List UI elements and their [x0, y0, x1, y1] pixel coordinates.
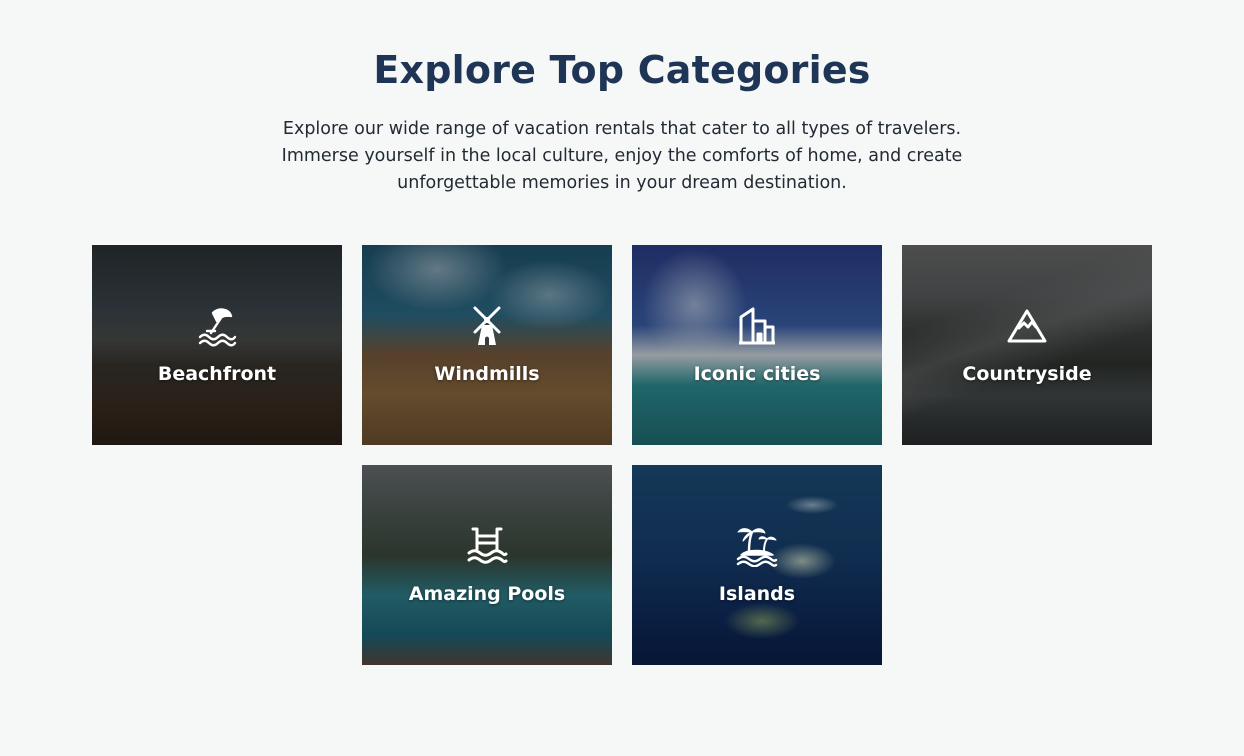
category-card-windmills[interactable]: Windmills — [362, 245, 612, 445]
category-card-countryside[interactable]: Countryside — [902, 245, 1152, 445]
category-label: Iconic cities — [693, 363, 821, 385]
category-label: Amazing Pools — [408, 583, 566, 605]
category-card-iconic-cities[interactable]: Iconic cities — [632, 245, 882, 445]
city-building-icon — [735, 303, 779, 347]
top-categories-section: Explore Top Categories Explore our wide … — [0, 0, 1244, 756]
category-label: Countryside — [962, 363, 1092, 385]
category-card-islands[interactable]: Islands — [632, 465, 882, 665]
beach-umbrella-icon — [195, 303, 239, 347]
section-title: Explore Top Categories — [373, 48, 871, 92]
category-card-beachfront[interactable]: Beachfront — [92, 245, 342, 445]
windmill-icon — [465, 303, 509, 347]
category-label: Islands — [718, 583, 796, 605]
category-card-amazing-pools[interactable]: Amazing Pools — [362, 465, 612, 665]
mountain-icon — [1005, 303, 1049, 347]
island-palm-icon — [735, 523, 779, 567]
category-label: Windmills — [434, 363, 540, 385]
pool-ladder-icon — [465, 523, 509, 567]
section-description: Explore our wide range of vacation renta… — [281, 119, 963, 193]
category-label: Beachfront — [157, 363, 277, 385]
